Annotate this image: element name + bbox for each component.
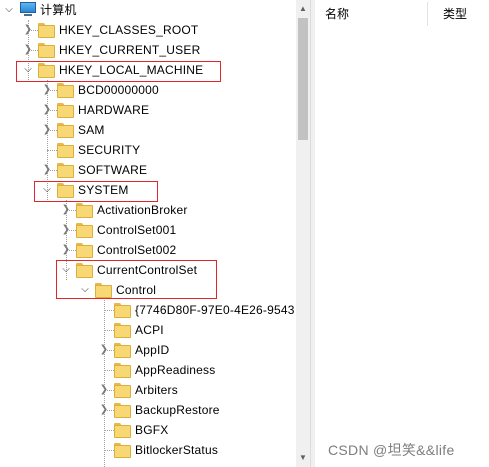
folder-icon [114, 303, 131, 318]
tree-node-computer[interactable]: ⌵ 计算机 [0, 0, 296, 20]
tree-node-label: BitlockerStatus [135, 443, 219, 457]
tree-node-label: AppID [135, 343, 170, 357]
tree-node-backuprestore[interactable]: ❯ BackupRestore [0, 400, 296, 420]
chevron-right-icon[interactable]: ❯ [60, 220, 72, 240]
chevron-right-icon[interactable]: ❯ [41, 80, 53, 100]
folder-icon [57, 143, 74, 158]
tree-node-label: BGFX [135, 423, 169, 437]
tree-node-appreadiness[interactable]: AppReadiness [0, 360, 296, 380]
chevron-right-icon[interactable]: ❯ [60, 200, 72, 220]
chevron-right-icon[interactable]: ❯ [60, 240, 72, 260]
folder-icon [76, 203, 93, 218]
folder-icon [57, 83, 74, 98]
tree-node-label: ACPI [135, 323, 164, 337]
tree-node-label: HKEY_CURRENT_USER [59, 43, 201, 57]
tree-node-label: 计算机 [40, 3, 77, 17]
scroll-down-arrow-icon[interactable]: ▼ [296, 451, 310, 465]
watermark-text: CSDN @坦笑&&life [328, 442, 455, 458]
chevron-right-icon[interactable]: ❯ [41, 120, 53, 140]
tree-node-controlset002[interactable]: ❯ ControlSet002 [0, 240, 296, 260]
chevron-down-icon[interactable]: ⌵ [3, 0, 15, 20]
tree-node-label: ControlSet001 [97, 223, 177, 237]
column-separator[interactable] [427, 2, 428, 26]
tree-node-controlset001[interactable]: ❯ ControlSet001 [0, 220, 296, 240]
tree-node-label: HKEY_CLASSES_ROOT [59, 23, 199, 37]
tree-node-arbiters[interactable]: ❯ Arbiters [0, 380, 296, 400]
registry-values-pane[interactable]: 名称 类型 [315, 0, 489, 467]
chevron-right-icon[interactable]: ❯ [98, 380, 110, 400]
registry-tree-pane[interactable]: ⌵ 计算机 ❯ HKEY_CLASSES_ROOT ❯ HKEY_CURRENT… [0, 0, 296, 467]
tree-node-label: SOFTWARE [78, 163, 148, 177]
folder-icon [57, 123, 74, 138]
column-header-type[interactable]: 类型 [443, 0, 467, 28]
highlight-box-currentcontrolset [56, 260, 217, 299]
folder-icon [114, 403, 131, 418]
column-header-name[interactable]: 名称 [325, 0, 349, 28]
chevron-right-icon[interactable]: ❯ [41, 160, 53, 180]
tree-node-label: BCD00000000 [78, 83, 159, 97]
tree-node-appid[interactable]: ❯ AppID [0, 340, 296, 360]
tree-node-hkey-current-user[interactable]: ❯ HKEY_CURRENT_USER [0, 40, 296, 60]
tree-node-sam[interactable]: ❯ SAM [0, 120, 296, 140]
tree-node-label: {7746D80F-97E0-4E26-9543 [135, 303, 295, 317]
vertical-scrollbar[interactable]: ▲ ▼ [296, 0, 310, 467]
tree-node-label: AppReadiness [135, 363, 216, 377]
tree-node-bitlockerstatus[interactable]: BitlockerStatus [0, 440, 296, 460]
tree-node-bgfx[interactable]: BGFX [0, 420, 296, 440]
folder-icon [114, 443, 131, 458]
folder-icon [57, 103, 74, 118]
folder-icon [114, 363, 131, 378]
tree-node-label: ControlSet002 [97, 243, 177, 257]
computer-icon [19, 2, 37, 17]
folder-icon [114, 343, 131, 358]
tree-node-activationbroker[interactable]: ❯ ActivationBroker [0, 200, 296, 220]
tree-node-label: ActivationBroker [97, 203, 188, 217]
folder-icon [114, 423, 131, 438]
tree-node-software[interactable]: ❯ SOFTWARE [0, 160, 296, 180]
scroll-up-arrow-icon[interactable]: ▲ [296, 2, 310, 16]
tree-node-bcd[interactable]: ❯ BCD00000000 [0, 80, 296, 100]
chevron-right-icon[interactable]: ❯ [22, 20, 34, 40]
folder-icon [38, 23, 55, 38]
tree-node-label: Arbiters [135, 383, 178, 397]
chevron-right-icon[interactable]: ❯ [41, 100, 53, 120]
tree-node-label: SECURITY [78, 143, 141, 157]
folder-icon [114, 383, 131, 398]
folder-icon [57, 163, 74, 178]
tree-node-label: SAM [78, 123, 105, 137]
chevron-right-icon[interactable]: ❯ [98, 400, 110, 420]
tree-node-security[interactable]: SECURITY [0, 140, 296, 160]
tree-node-label: HARDWARE [78, 103, 150, 117]
folder-icon [76, 223, 93, 238]
chevron-right-icon[interactable]: ❯ [22, 40, 34, 60]
folder-icon [38, 43, 55, 58]
folder-icon [76, 243, 93, 258]
tree-node-guid-key[interactable]: {7746D80F-97E0-4E26-9543 [0, 300, 296, 320]
tree-node-acpi[interactable]: ACPI [0, 320, 296, 340]
highlight-box-hklm [16, 61, 221, 82]
scrollbar-thumb[interactable] [298, 18, 308, 140]
tree-node-hkey-classes-root[interactable]: ❯ HKEY_CLASSES_ROOT [0, 20, 296, 40]
chevron-right-icon[interactable]: ❯ [98, 340, 110, 360]
highlight-box-system [34, 181, 158, 202]
tree-node-hardware[interactable]: ❯ HARDWARE [0, 100, 296, 120]
folder-icon [114, 323, 131, 338]
tree-node-label: BackupRestore [135, 403, 220, 417]
